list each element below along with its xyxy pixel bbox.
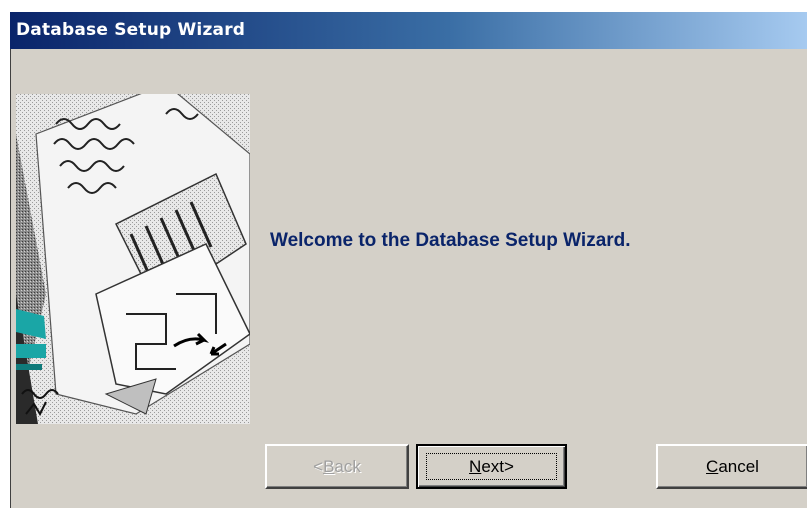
window-title: Database Setup Wizard xyxy=(16,20,246,40)
cancel-button-rest: ancel xyxy=(718,456,759,476)
next-button-mnemonic: N xyxy=(469,456,482,476)
back-button-rest: ack xyxy=(334,456,361,476)
back-button[interactable]: < Back xyxy=(265,444,409,489)
welcome-heading: Welcome to the Database Setup Wizard. xyxy=(270,230,631,251)
cancel-button[interactable]: Cancel xyxy=(656,444,807,489)
cancel-button-mnemonic: C xyxy=(706,456,719,476)
back-button-mnemonic: B xyxy=(323,456,335,476)
next-button[interactable]: Next > xyxy=(416,444,567,489)
back-button-prefix: < xyxy=(313,456,324,476)
window-left-edge xyxy=(10,49,11,508)
next-button-suffix: > xyxy=(504,456,514,476)
wizard-illustration-icon xyxy=(16,94,250,424)
title-bar[interactable]: Database Setup Wizard xyxy=(10,12,807,49)
wizard-dialog: Database Setup Wizard Welcome to the Dat… xyxy=(10,12,807,508)
next-button-rest: ext xyxy=(481,456,505,476)
